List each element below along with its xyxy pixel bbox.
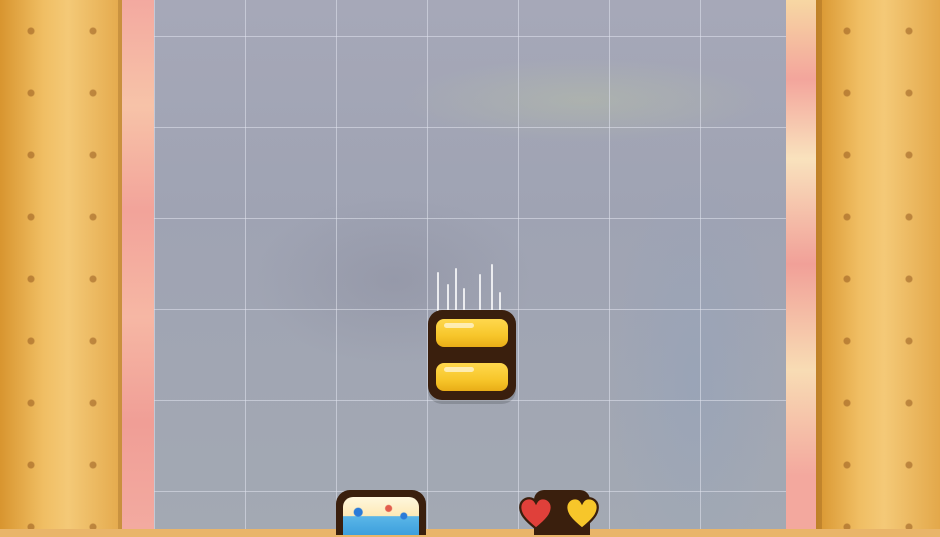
falling-motion-lines	[435, 258, 505, 314]
falling-caramel-block[interactable]	[428, 310, 516, 400]
red-heart-icon	[518, 496, 554, 532]
block-bottom-half	[436, 363, 508, 391]
block-top-half	[436, 319, 508, 347]
left-biscuit-wall	[0, 0, 124, 529]
cake-frosting	[343, 497, 419, 535]
right-biscuit-wall	[816, 0, 940, 529]
right-candy-strip	[786, 0, 818, 529]
yellow-heart-icon	[564, 496, 600, 532]
left-candy-strip	[122, 0, 154, 529]
tray-frosted-cake-piece[interactable]	[336, 490, 426, 535]
tray-hearts-piece[interactable]	[518, 490, 606, 535]
